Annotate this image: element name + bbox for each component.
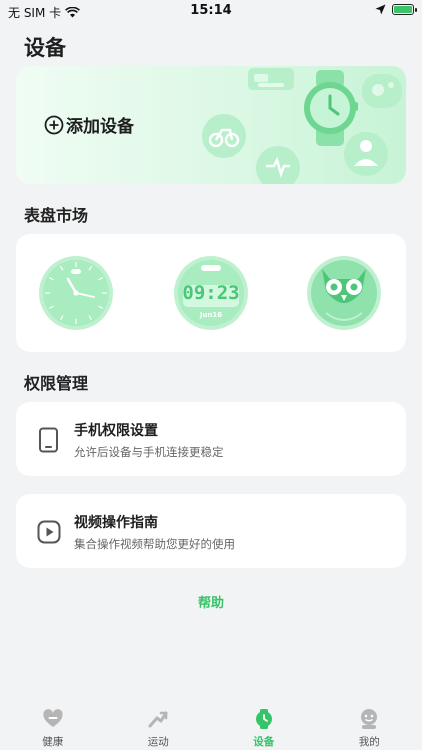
person-icon	[344, 132, 388, 176]
tab-health[interactable]: 健康	[0, 700, 106, 750]
add-device-label: 添加设备	[66, 117, 134, 137]
run-icon	[148, 711, 168, 728]
plus-circle-icon	[44, 115, 64, 134]
cycling-icon	[202, 114, 246, 158]
video-guide-title: 视频操作指南	[74, 515, 158, 531]
video-guide-desc: 集合操作视频帮助您更好的使用	[74, 537, 235, 551]
battery-icon	[392, 4, 417, 15]
tab-sport[interactable]: 运动	[106, 700, 212, 750]
owl-dial[interactable]	[306, 255, 382, 331]
watch-icon	[255, 709, 272, 729]
tab-health-label: 健康	[42, 736, 64, 748]
digital-dial-time: 09:23	[182, 282, 240, 304]
tab-sport-label: 运动	[147, 736, 169, 748]
phone-icon	[39, 427, 58, 453]
profile-icon	[361, 709, 378, 729]
heart-rate-icon	[256, 146, 300, 184]
location-arrow-icon	[375, 4, 386, 15]
status-bar: 无 SIM 卡 15:14	[0, 0, 422, 24]
digital-dial-date: Jun16	[199, 311, 223, 319]
help-link[interactable]: 帮助	[0, 592, 422, 611]
dial-market-title: 表盘市场	[24, 206, 89, 225]
battery-level	[394, 6, 412, 13]
device-illustration	[202, 68, 402, 184]
status-right	[375, 4, 417, 15]
tab-device-label: 设备	[253, 736, 275, 748]
heart-icon	[43, 709, 63, 727]
smartwatch-icon	[304, 70, 358, 146]
band-icon	[248, 68, 294, 90]
digital-dial[interactable]: 09:23 Jun16	[173, 255, 249, 331]
add-device-button[interactable]: 添加设备	[44, 112, 134, 137]
add-device-card[interactable]: 添加设备	[16, 66, 406, 184]
analog-dial[interactable]	[38, 255, 114, 331]
phone-permission-desc: 允许后设备与手机连接更稳定	[74, 445, 224, 459]
play-icon	[37, 520, 61, 544]
tab-device[interactable]: 设备	[211, 700, 317, 750]
status-time: 15:14	[190, 3, 232, 18]
tab-bar: 健康 运动 设备 我的	[0, 700, 422, 750]
page-title: 设备	[24, 36, 66, 60]
video-guide-card[interactable]: 视频操作指南 集合操作视频帮助您更好的使用	[16, 494, 406, 568]
speaker-icon	[362, 74, 402, 108]
dial-market-card: 09:23 Jun16	[16, 234, 406, 352]
tab-mine-label: 我的	[358, 736, 380, 748]
phone-permission-card[interactable]: 手机权限设置 允许后设备与手机连接更稳定	[16, 402, 406, 476]
permissions-title: 权限管理	[24, 374, 89, 393]
phone-permission-title: 手机权限设置	[74, 423, 158, 439]
tab-mine[interactable]: 我的	[317, 700, 422, 750]
